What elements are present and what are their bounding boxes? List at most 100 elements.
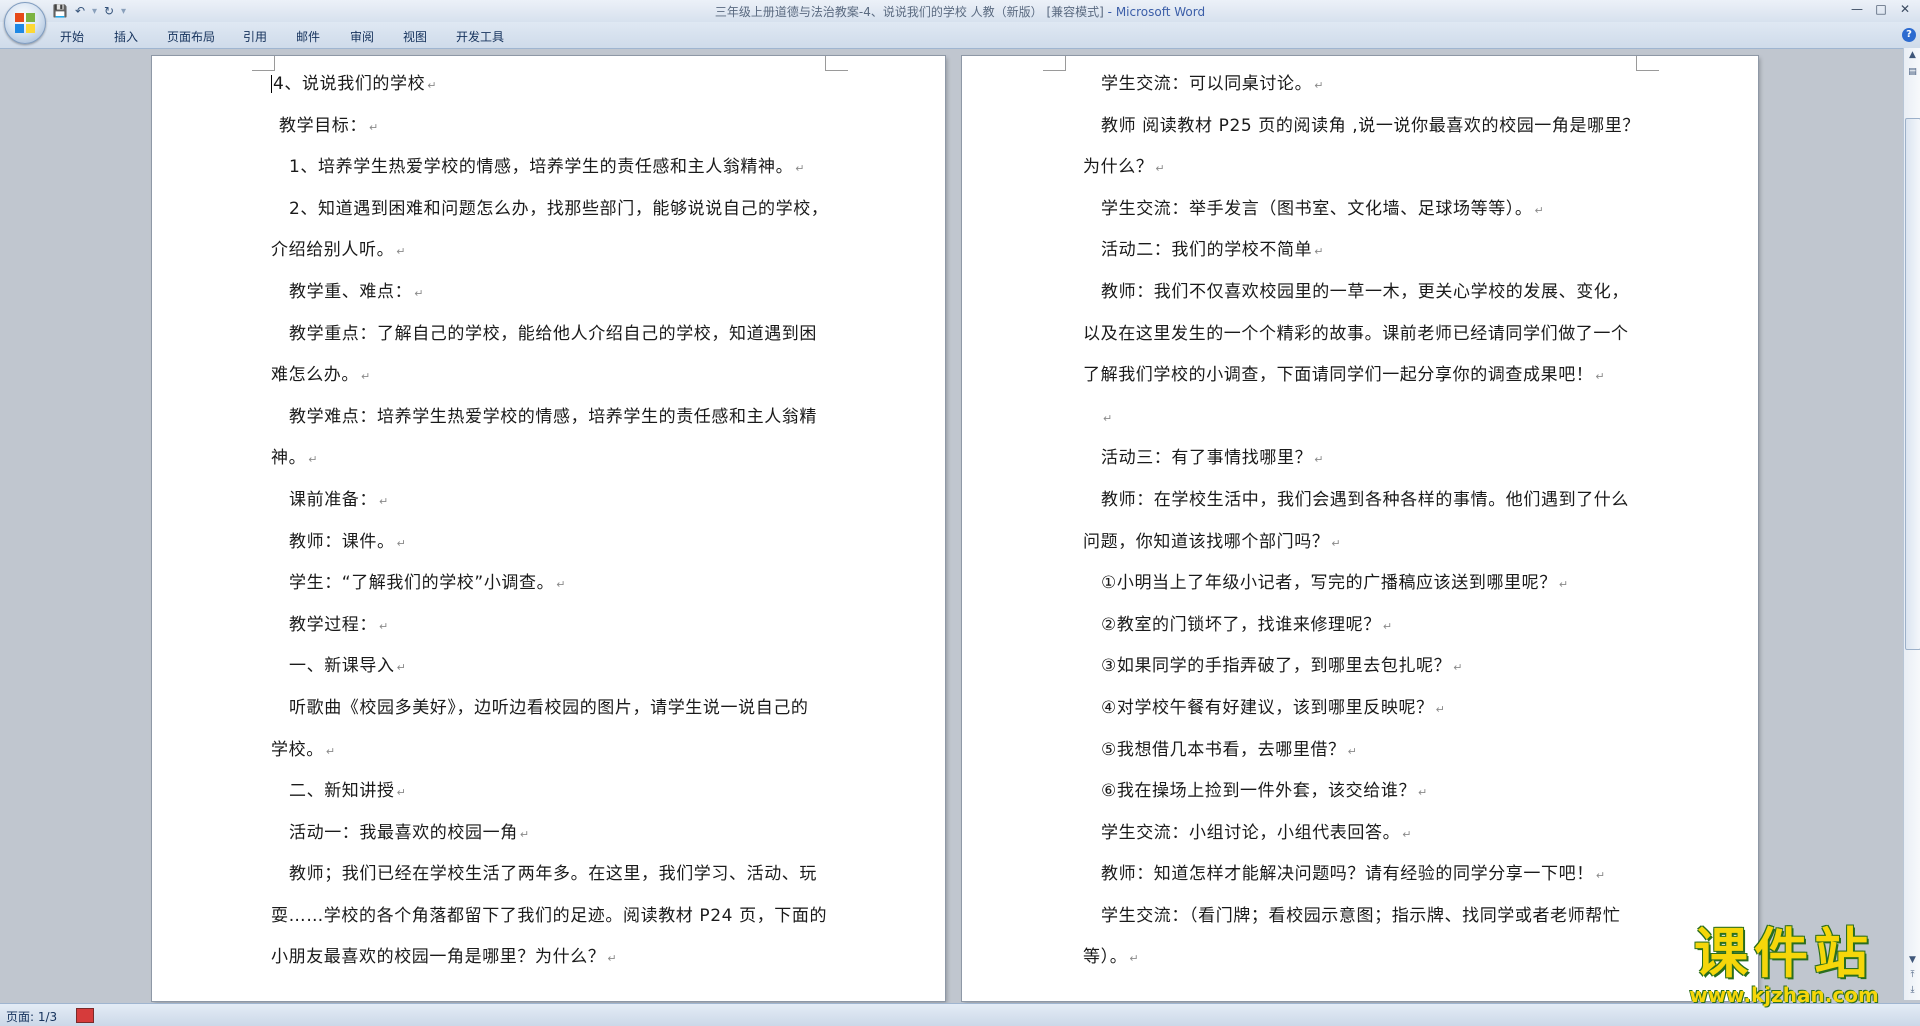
text-line[interactable]: 教师：知道怎样才能解决问题吗？请有经验的同学分享一下吧！ ↵	[1083, 854, 1643, 896]
line-text: 听歌曲《校园多美好》，边听边看校园的图片，请学生说一说自己的	[289, 697, 809, 718]
text-line[interactable]: ⑤我想借几本书看，去哪里借？ ↵	[1083, 730, 1643, 772]
paragraph-mark-icon: ↵	[1435, 702, 1446, 716]
text-line[interactable]: 教学重、难点： ↵	[271, 272, 831, 314]
watermark: 课件站 www.kjzhan.com	[1668, 924, 1900, 1007]
paragraph-mark-icon: ↵	[396, 786, 407, 800]
paragraph-mark-icon: ↵	[1103, 411, 1113, 425]
office-button[interactable]	[4, 2, 46, 44]
previous-page-icon[interactable]: ⤒	[1905, 968, 1920, 983]
text-line[interactable]: 以及在这里发生的一个个精彩的故事。课前老师已经请同学们做了一个	[1083, 314, 1643, 356]
paragraph-mark-icon: ↵	[519, 827, 530, 841]
paragraph-mark-icon: ↵	[369, 120, 379, 134]
line-text: 小朋友最喜欢的校园一角是哪里？为什么？	[271, 947, 606, 968]
crop-mark	[1043, 56, 1066, 71]
text-line[interactable]: 耍……学校的各个角落都留下了我们的足迹。阅读教材 P24 页，下面的	[271, 896, 831, 938]
paragraph-mark-icon: ↵	[308, 453, 319, 467]
scroll-up-icon[interactable]: ▲	[1905, 48, 1920, 63]
paragraph-mark-icon: ↵	[396, 245, 407, 259]
text-line[interactable]: ②教室的门锁坏了，找谁来修理呢？ ↵	[1083, 605, 1643, 647]
tab-references[interactable]: 引用	[243, 28, 267, 45]
text-line[interactable]: 教学重点：了解自己的学校，能给他人介绍自己的学校，知道遇到困	[271, 314, 831, 356]
close-button[interactable]: ✕	[1894, 0, 1916, 18]
line-text: 难怎么办。	[271, 365, 359, 386]
line-text: 活动二：我们的学校不简单	[1101, 240, 1313, 261]
paragraph-mark-icon: ↵	[1331, 536, 1342, 550]
text-line[interactable]: 教学过程： ↵	[271, 605, 831, 647]
text-line[interactable]: 学生交流：举手发言（图书室、文化墙、足球场等等）。 ↵	[1083, 189, 1643, 231]
paragraph-mark-icon: ↵	[1382, 619, 1393, 633]
line-text: 学生交流：举手发言（图书室、文化墙、足球场等等）。	[1101, 198, 1533, 219]
text-line[interactable]: 二、新知讲授 ↵	[271, 771, 831, 813]
text-line[interactable]: 教学难点：培养学生热爱学校的情感，培养学生的责任感和主人翁精	[271, 397, 831, 439]
paragraph-mark-icon: ↵	[1595, 370, 1606, 384]
maximize-button[interactable]: □	[1870, 0, 1892, 18]
next-page-icon[interactable]: ⤓	[1905, 983, 1920, 998]
text-line[interactable]: 学生：“了解我们的学校”小调查。 ↵	[271, 563, 831, 605]
text-line[interactable]: 等）。 ↵	[1083, 937, 1643, 979]
proofing-icon[interactable]	[76, 1008, 94, 1023]
tab-insert[interactable]: 插入	[114, 28, 138, 45]
text-line[interactable]: 学校。 ↵	[271, 730, 831, 772]
page-text: 学生交流：可以同桌讨论。 ↵ 教师 阅读教材 P25 页的阅读角 ,说一说你最喜欢的…	[1083, 64, 1643, 979]
text-line[interactable]: 教学目标： ↵	[271, 106, 831, 148]
line-text: 教师：课件。	[289, 531, 395, 552]
text-line[interactable]: ↵	[1083, 397, 1643, 439]
help-icon[interactable]: ?	[1902, 28, 1916, 42]
line-text: 活动一：我最喜欢的校园一角	[289, 822, 518, 843]
vertical-scrollbar[interactable]: ▲ ▤ ▼ ⤒ ⤓	[1903, 48, 1920, 1000]
text-line[interactable]: 1、培养学生热爱学校的情感，培养学生的责任感和主人翁精神。 ↵	[271, 147, 831, 189]
text-line[interactable]: 了解我们学校的小调查，下面请同学们一起分享你的调查成果吧！ ↵	[1083, 355, 1643, 397]
paragraph-mark-icon: ↵	[1314, 245, 1325, 259]
text-line[interactable]: 神。 ↵	[271, 438, 831, 480]
text-line[interactable]: 问题，你知道该找哪个部门吗？ ↵	[1083, 522, 1643, 564]
scroll-down-icon[interactable]: ▼	[1905, 953, 1920, 968]
page-indicator[interactable]: 页面: 1/3	[6, 1008, 57, 1025]
tab-review[interactable]: 审阅	[350, 28, 374, 45]
line-text: 学生交流：（看门牌；看校园示意图；指示牌、找同学或者老师帮忙	[1101, 905, 1621, 926]
text-line[interactable]: 学生交流：小组讨论，小组代表回答。 ↵	[1083, 813, 1643, 855]
document-page-1[interactable]: 4、说说我们的学校 ↵ 教学目标： ↵ 1、培养学生热爱学校的情感，培养学生的责任感和主…	[152, 56, 945, 1001]
tab-mailings[interactable]: 邮件	[296, 28, 320, 45]
text-line[interactable]: 小朋友最喜欢的校园一角是哪里？为什么？ ↵	[271, 937, 831, 979]
line-text: 教师 阅读教材 P25 页的阅读角 ,说一说你最喜欢的校园一角是哪里？	[1101, 115, 1640, 136]
text-line[interactable]: ③如果同学的手指弄破了，到哪里去包扎呢？ ↵	[1083, 646, 1643, 688]
text-line[interactable]: 介绍给别人听。 ↵	[271, 230, 831, 272]
scroll-thumb[interactable]	[1905, 118, 1920, 650]
minimize-button[interactable]: —	[1846, 0, 1868, 18]
text-line[interactable]: 为什么？ ↵	[1083, 147, 1643, 189]
text-line[interactable]: 课前准备： ↵	[271, 480, 831, 522]
paragraph-mark-icon: ↵	[396, 536, 407, 550]
text-line[interactable]: 活动三：有了事情找哪里？ ↵	[1083, 438, 1643, 480]
paragraph-mark-icon: ↵	[556, 578, 567, 592]
text-line[interactable]: 学生交流：（看门牌；看校园示意图；指示牌、找同学或者老师帮忙	[1083, 896, 1643, 938]
text-line[interactable]: 学生交流：可以同桌讨论。 ↵	[1083, 64, 1643, 106]
text-line[interactable]: 教师；我们已经在学校生活了两年多。在这里，我们学习、活动、玩	[271, 854, 831, 896]
line-text: 二、新知讲授	[289, 781, 395, 802]
ruler-toggle-icon[interactable]: ▤	[1905, 65, 1920, 80]
text-line[interactable]: 2、知道遇到困难和问题怎么办，找那些部门，能够说说自己的学校，	[271, 189, 831, 231]
text-line[interactable]: 活动二：我们的学校不简单 ↵	[1083, 230, 1643, 272]
text-line[interactable]: ①小明当上了年级小记者，写完的广播稿应该送到哪里呢？ ↵	[1083, 563, 1643, 605]
text-line[interactable]: 教师：在学校生活中，我们会遇到各种各样的事情。他们遇到了什么	[1083, 480, 1643, 522]
document-page-2[interactable]: 学生交流：可以同桌讨论。 ↵ 教师 阅读教材 P25 页的阅读角 ,说一说你最喜欢的…	[962, 56, 1758, 1001]
text-line[interactable]: 教师 阅读教材 P25 页的阅读角 ,说一说你最喜欢的校园一角是哪里？	[1083, 106, 1643, 148]
text-line[interactable]: 一、新课导入 ↵	[271, 646, 831, 688]
page-text: 4、说说我们的学校 ↵ 教学目标： ↵ 1、培养学生热爱学校的情感，培养学生的责任感和主…	[271, 64, 831, 979]
tab-home[interactable]: 开始	[60, 28, 84, 45]
tab-developer[interactable]: 开发工具	[456, 28, 504, 45]
document-title: 三年级上册道德与法治教案-4、说说我们的学校 人教（新版） [兼容模式]	[714, 5, 1104, 19]
text-line[interactable]: 教师：我们不仅喜欢校园里的一草一木，更关心学校的发展、变化，	[1083, 272, 1643, 314]
text-line[interactable]: 教师：课件。 ↵	[271, 522, 831, 564]
text-line[interactable]: 听歌曲《校园多美好》，边听边看校园的图片，请学生说一说自己的	[271, 688, 831, 730]
text-line[interactable]: ⑥我在操场上捡到一件外套，该交给谁？ ↵	[1083, 771, 1643, 813]
tab-view[interactable]: 视图	[403, 28, 427, 45]
line-text: 介绍给别人听。	[271, 240, 395, 261]
text-line[interactable]: 4、说说我们的学校 ↵	[271, 64, 831, 106]
line-text: 学生交流：小组讨论，小组代表回答。	[1101, 822, 1401, 843]
text-line[interactable]: 活动一：我最喜欢的校园一角 ↵	[271, 813, 831, 855]
tab-page-layout[interactable]: 页面布局	[167, 28, 215, 45]
text-line[interactable]: 难怎么办。 ↵	[271, 355, 831, 397]
line-text: 2、知道遇到困难和问题怎么办，找那些部门，能够说说自己的学校，	[289, 198, 829, 219]
paragraph-mark-icon: ↵	[1418, 786, 1428, 800]
text-line[interactable]: ④对学校午餐有好建议，该到哪里反映呢？ ↵	[1083, 688, 1643, 730]
